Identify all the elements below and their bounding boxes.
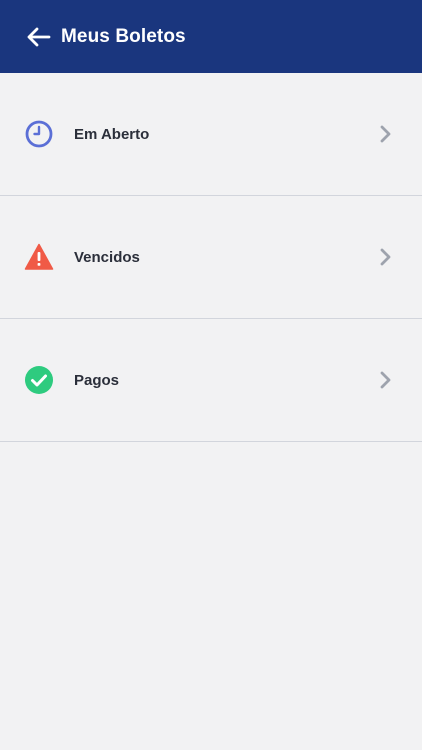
check-circle-icon — [24, 365, 54, 395]
chevron-right-icon — [378, 370, 394, 390]
list-item-pagos[interactable]: Pagos — [0, 319, 422, 442]
page-title: Meus Boletos — [61, 25, 186, 47]
list-item-label: Em Aberto — [74, 125, 150, 143]
app-header: Meus Boletos — [0, 0, 422, 73]
boletos-list: Em Aberto Vencidos Pagos — [0, 73, 422, 442]
app-screen: Meus Boletos Em Aberto Vencidos Pagos — [0, 0, 422, 750]
arrow-left-icon — [27, 27, 51, 46]
list-item-label: Pagos — [74, 371, 120, 389]
list-item-label: Vencidos — [74, 248, 140, 266]
list-item-em-aberto[interactable]: Em Aberto — [0, 73, 422, 196]
chevron-right-icon — [378, 124, 394, 144]
clock-icon — [24, 119, 54, 149]
warning-icon — [24, 242, 54, 272]
list-item-vencidos[interactable]: Vencidos — [0, 196, 422, 319]
back-button[interactable] — [24, 23, 52, 51]
chevron-right-icon — [378, 247, 394, 267]
